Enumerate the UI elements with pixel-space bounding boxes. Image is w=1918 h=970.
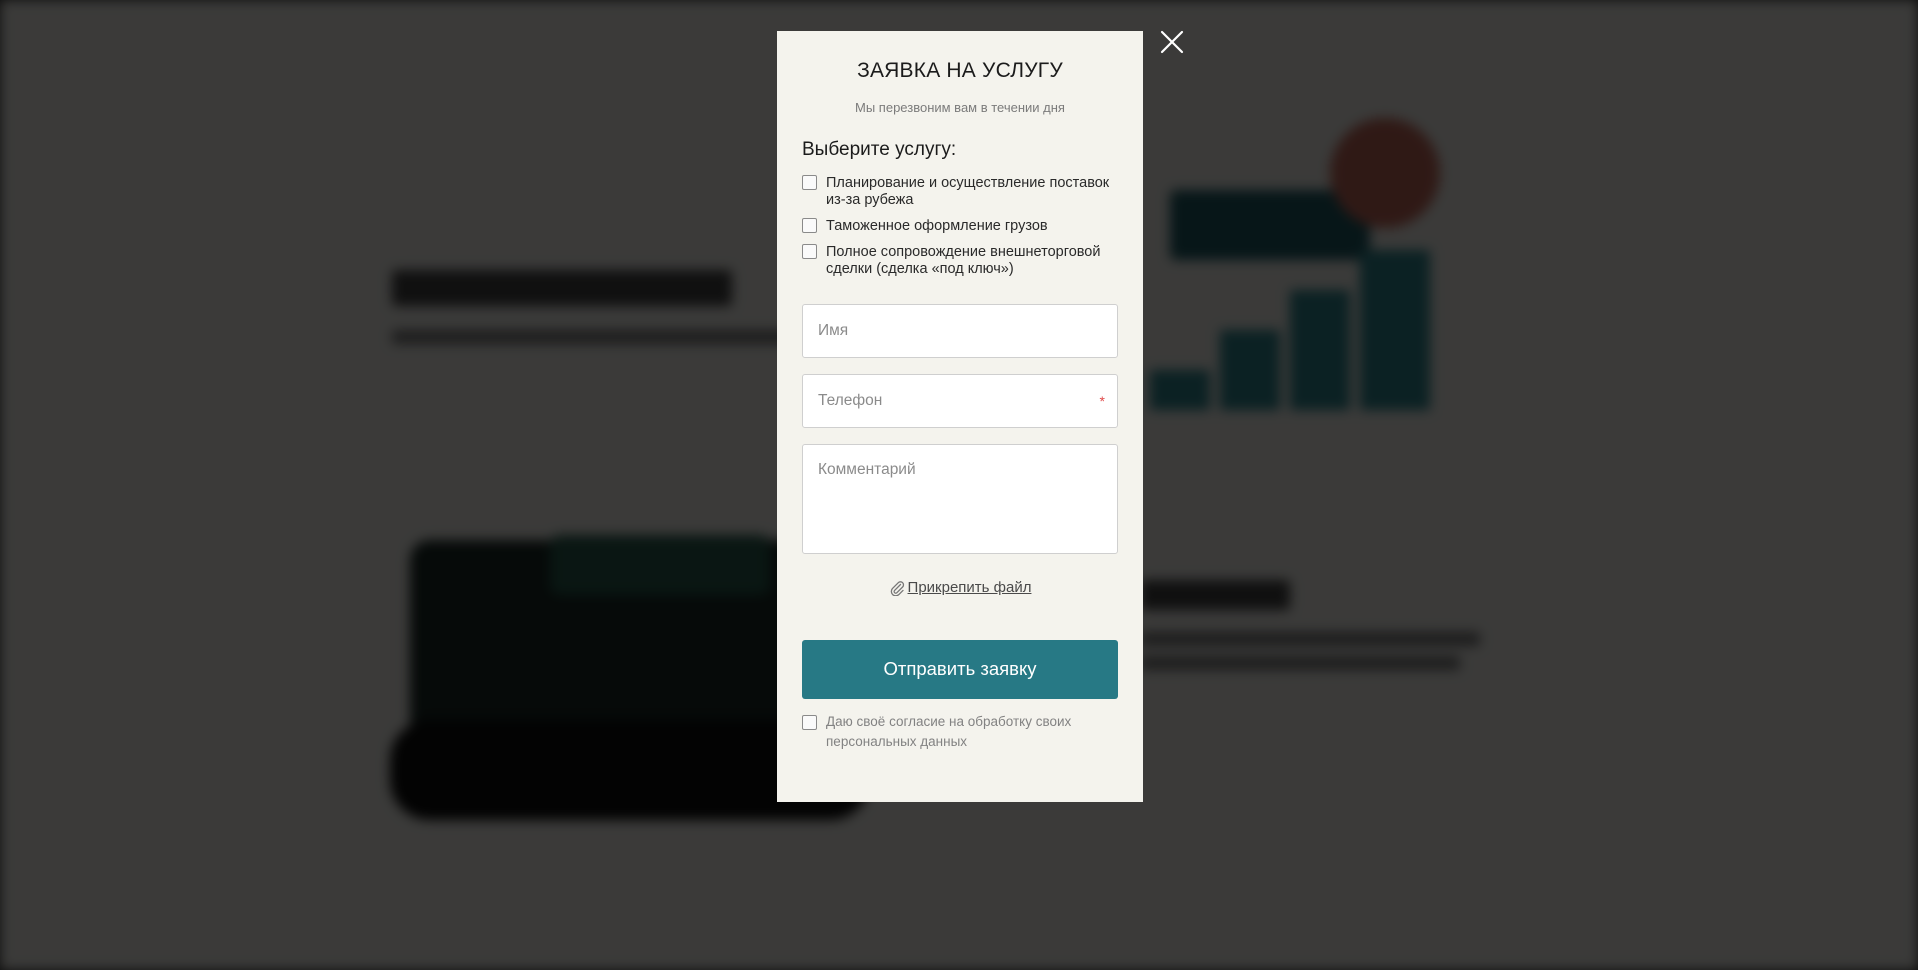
paperclip-icon (890, 580, 904, 596)
services-title: Выберите услугу: (802, 139, 957, 160)
service-request-modal: ЗАЯВКА НА УСЛУГУ Мы перезвоним вам в теч… (777, 31, 1143, 802)
submit-request-button[interactable]: Отправить заявку (802, 639, 1118, 699)
service-label: Полное сопровождение внешнеторговой сдел… (826, 244, 1101, 277)
attach-file-link[interactable]: Прикрепить файл (889, 579, 1032, 596)
attach-file-label: Прикрепить файл (907, 579, 1032, 596)
service-checkbox[interactable] (802, 244, 817, 259)
service-option-planning[interactable]: Планирование и осуществление поставок из… (802, 175, 1118, 209)
consent-checkbox[interactable] (802, 714, 817, 730)
services-list: Планирование и осуществление поставок из… (802, 175, 1118, 278)
consent-label: Даю своё согласие на обработку своих пер… (826, 713, 1072, 749)
modal-title: ЗАЯВКА НА УСЛУГУ (857, 59, 1063, 82)
service-label: Таможенное оформление грузов (826, 218, 1048, 234)
service-option-customs[interactable]: Таможенное оформление грузов (802, 218, 1118, 235)
service-option-full-support[interactable]: Полное сопровождение внешнеторговой сдел… (802, 244, 1118, 278)
modal-subtitle: Мы перезвоним вам в течении дня (855, 100, 1065, 115)
name-input[interactable] (803, 305, 1117, 357)
name-field (802, 304, 1118, 358)
service-checkbox[interactable] (802, 218, 817, 233)
comment-field (802, 444, 1118, 554)
comment-textarea[interactable] (803, 445, 1117, 553)
close-button[interactable] (1158, 28, 1186, 56)
close-icon (1160, 30, 1184, 54)
attach-row: Прикрепить файл (802, 579, 1118, 600)
service-label: Планирование и осуществление поставок из… (826, 175, 1110, 208)
service-checkbox[interactable] (802, 175, 817, 190)
phone-field: * (802, 374, 1118, 428)
required-mark: * (1099, 393, 1105, 409)
phone-input[interactable] (803, 375, 1117, 427)
consent-row[interactable]: Даю своё согласие на обработку своих пер… (802, 713, 1118, 752)
